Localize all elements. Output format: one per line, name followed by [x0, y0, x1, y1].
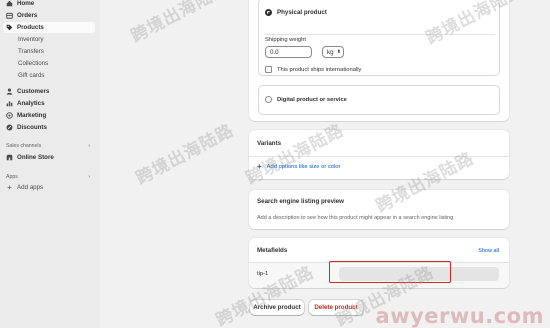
- sidebar-item-label: Orders: [17, 12, 38, 19]
- sidebar-item-discounts[interactable]: Discounts: [3, 122, 95, 133]
- select-arrows-icon: ⬍: [336, 49, 341, 55]
- sidebar-item-label: Products: [17, 24, 44, 31]
- digital-product-box: Digital product or service: [258, 85, 500, 115]
- plus-icon: +: [7, 183, 12, 192]
- physical-product-option[interactable]: Physical product: [265, 9, 327, 16]
- sidebar-item-online-store[interactable]: Online Store: [3, 152, 95, 163]
- shipping-card: Physical product Shipping weight 0.0 kg …: [249, 0, 509, 121]
- digital-product-radio[interactable]: [265, 96, 272, 103]
- person-icon: [6, 88, 13, 95]
- physical-product-radio[interactable]: [265, 9, 272, 16]
- tag-icon: [6, 24, 13, 31]
- sidebar-item-label: Add apps: [17, 184, 44, 191]
- sidebar-item-inventory[interactable]: Inventory: [3, 34, 95, 45]
- digital-product-label: Digital product or service: [277, 96, 347, 103]
- add-options-label: Add options like size or color: [266, 164, 341, 170]
- weight-unit-select[interactable]: kg ⬍: [322, 46, 344, 58]
- chart-icon: [6, 100, 13, 107]
- divider: [265, 34, 495, 35]
- chevron-right-icon[interactable]: ›: [88, 174, 90, 180]
- sidebar-item-label: Collections: [18, 60, 49, 67]
- store-icon: [6, 154, 13, 161]
- home-icon: [6, 0, 13, 7]
- archive-product-label: Archive product: [253, 304, 301, 311]
- sidebar-item-gift-cards[interactable]: Gift cards: [3, 70, 95, 81]
- add-options-link[interactable]: + Add options like size or color: [257, 162, 341, 171]
- sidebar-item-label: Gift cards: [18, 72, 45, 79]
- sidebar-item-label: Marketing: [17, 112, 47, 119]
- sidebar-item-home[interactable]: Home: [3, 0, 95, 9]
- sidebar-item-label: Analytics: [17, 100, 45, 107]
- physical-product-box: Physical product Shipping weight 0.0 kg …: [258, 0, 500, 76]
- sidebar-item-customers[interactable]: Customers: [3, 86, 95, 97]
- watermark: 跨境出海陆路: [132, 120, 238, 189]
- watermark: 跨境出海陆路: [127, 0, 233, 47]
- sidebar-item-products[interactable]: Products: [3, 22, 95, 33]
- show-all-link[interactable]: Show all: [478, 248, 499, 254]
- sidebar-item-collections[interactable]: Collections: [3, 58, 95, 69]
- shipping-weight-label: Shipping weight: [265, 37, 306, 43]
- sidebar-item-marketing[interactable]: Marketing: [3, 110, 95, 121]
- shipping-weight-input[interactable]: 0.0: [265, 46, 312, 58]
- ships-internationally-option[interactable]: This product ships internationally: [265, 66, 361, 73]
- discount-icon: [6, 124, 13, 131]
- plus-circle-icon: +: [257, 162, 262, 171]
- sidebar-item-label: Customers: [17, 88, 50, 95]
- orders-icon: [6, 12, 13, 19]
- sidebar-item-label: Transfers: [18, 48, 44, 55]
- seo-description: Add a description to see how this produc…: [257, 215, 454, 221]
- metafields-title: Metafields: [257, 247, 288, 254]
- sidebar-item-transfers[interactable]: Transfers: [3, 46, 95, 57]
- weight-unit-value: kg: [327, 48, 334, 56]
- ships-internationally-checkbox[interactable]: [265, 66, 272, 73]
- metafields-card: Metafields Show all tip-1: [249, 238, 509, 288]
- metafield-name: tip-1: [257, 271, 269, 277]
- variants-title: Variants: [257, 140, 282, 147]
- sidebar-item-analytics[interactable]: Analytics: [3, 98, 95, 109]
- seo-preview-card: Search engine listing preview Add a desc…: [249, 190, 509, 229]
- divider: [249, 156, 509, 157]
- digital-product-option[interactable]: Digital product or service: [265, 96, 347, 103]
- archive-product-button[interactable]: Archive product: [250, 300, 304, 315]
- physical-product-label: Physical product: [277, 9, 327, 16]
- sidebar-item-label: Inventory: [18, 36, 44, 43]
- watermark-site: awyerwu.com: [375, 304, 544, 328]
- target-icon: [6, 112, 13, 119]
- delete-product-button[interactable]: Delete product: [309, 300, 363, 315]
- metafield-row: tip-1: [249, 261, 509, 288]
- shipping-weight-value: 0.0: [270, 48, 279, 56]
- sidebar-item-add-apps[interactable]: + Add apps: [3, 182, 95, 193]
- seo-title: Search engine listing preview: [257, 198, 344, 205]
- variants-card: Variants + Add options like size or colo…: [249, 130, 509, 179]
- sidebar-item-orders[interactable]: Orders: [3, 10, 95, 21]
- sidebar: Home Orders Products Inventory Transfers…: [0, 0, 100, 328]
- sidebar-item-label: Home: [17, 0, 35, 7]
- ships-internationally-label: This product ships internationally: [277, 66, 362, 73]
- sales-channels-heading: Sales channels ›: [6, 143, 90, 149]
- sidebar-item-label: Online Store: [17, 154, 54, 161]
- sales-channels-label: Sales channels: [6, 143, 42, 149]
- apps-label: Apps: [6, 174, 18, 180]
- sidebar-item-label: Discounts: [17, 124, 47, 131]
- highlight-box: [329, 261, 451, 283]
- delete-product-label: Delete product: [314, 304, 358, 311]
- apps-heading: Apps ›: [6, 174, 90, 180]
- chevron-right-icon[interactable]: ›: [88, 143, 90, 149]
